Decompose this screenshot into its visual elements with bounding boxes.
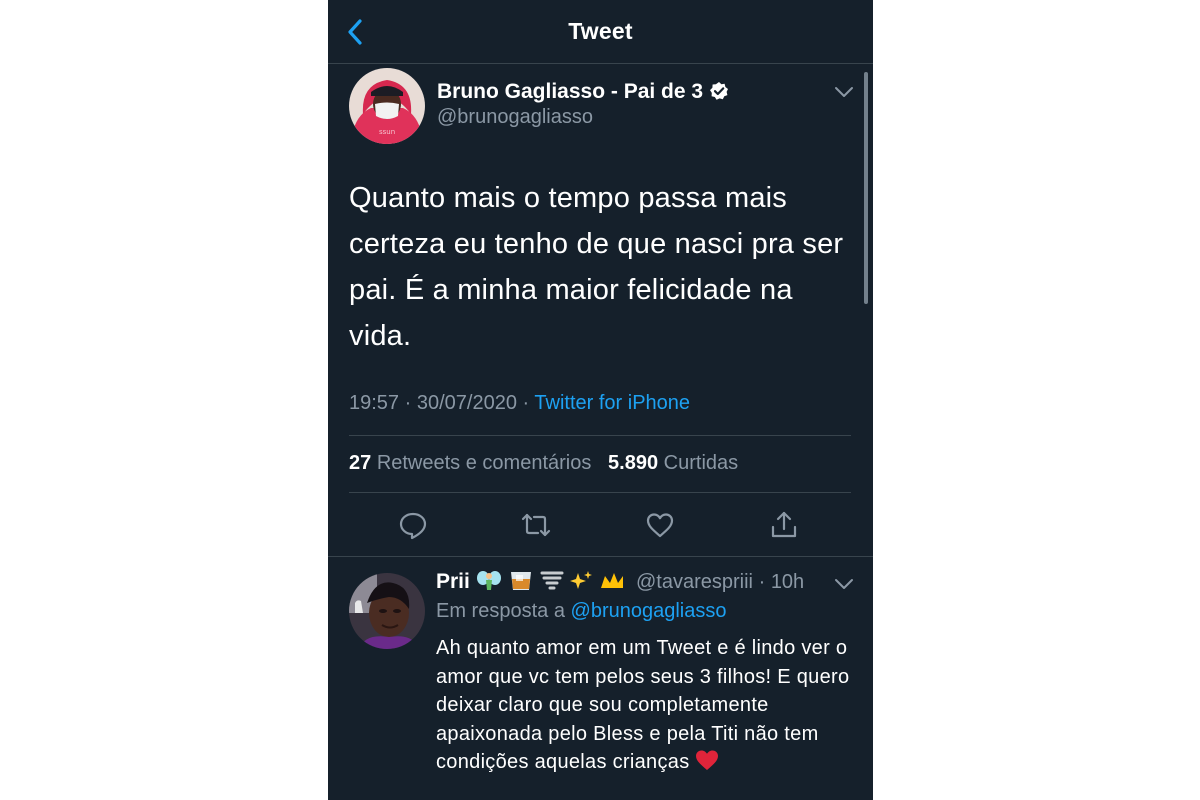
- tornado-emoji-icon: [540, 571, 564, 590]
- retweets-label: Retweets e comentários: [376, 452, 592, 474]
- reply-author-name-text[interactable]: Prii: [436, 570, 470, 593]
- navigation-bar: Tweet: [328, 0, 873, 64]
- in-reply-to: Em resposta a @brunogagliasso: [436, 600, 726, 623]
- reply-author-avatar[interactable]: [349, 573, 425, 649]
- reply-author-name[interactable]: Prii: [436, 570, 625, 598]
- verified-badge-icon: [710, 82, 729, 100]
- divider: [349, 492, 851, 493]
- tweet-time: 19:57: [349, 392, 400, 414]
- author-name-text[interactable]: Bruno Gagliasso - Pai de 3: [437, 80, 703, 103]
- chevron-down-icon[interactable]: [834, 577, 854, 591]
- reply-name-emojis: [476, 570, 625, 598]
- reply-time: 10h: [770, 571, 805, 593]
- reply-text: Ah quanto amor em um Tweet e é lindo ver…: [436, 634, 856, 777]
- reply-text-body: Ah quanto amor em um Tweet e é lindo ver…: [436, 637, 850, 773]
- retweet-icon[interactable]: [520, 509, 552, 541]
- reply-icon[interactable]: [397, 509, 429, 541]
- section-divider: [328, 556, 873, 557]
- tweet-timestamp: 19:57 · 30/07/2020 · Twitter for iPhone: [349, 392, 690, 415]
- divider: [349, 435, 851, 436]
- like-icon[interactable]: [644, 509, 676, 541]
- chevron-down-icon[interactable]: [834, 85, 854, 99]
- whiskey-glass-emoji-icon: [510, 572, 531, 590]
- meta-separator: ·: [404, 392, 412, 414]
- in-reply-to-label: Em resposta a: [436, 600, 565, 622]
- author-handle[interactable]: @brunogagliasso: [437, 106, 593, 129]
- retweets-stat[interactable]: 27 Retweets e comentários: [349, 452, 591, 474]
- tweet-date: 30/07/2020: [416, 392, 517, 414]
- likes-label: Curtidas: [663, 452, 739, 474]
- share-icon[interactable]: [768, 509, 800, 541]
- page-title: Tweet: [568, 18, 633, 44]
- svg-text:ssun: ssun: [379, 128, 395, 136]
- likes-count: 5.890: [608, 452, 659, 474]
- fairy-emoji-icon: [476, 571, 501, 590]
- likes-stat[interactable]: 5.890 Curtidas: [608, 452, 738, 474]
- meta-separator: ·: [522, 392, 530, 414]
- tweet-source-link[interactable]: Twitter for iPhone: [534, 392, 690, 414]
- tweet-text: Quanto mais o tempo passa mais certeza e…: [349, 182, 844, 352]
- sparkles-emoji-icon: [570, 571, 593, 589]
- author-name[interactable]: Bruno Gagliasso - Pai de 3: [437, 80, 729, 104]
- reply-handle[interactable]: @tavarespriii: [636, 571, 753, 593]
- scrollbar[interactable]: [864, 72, 868, 304]
- author-avatar[interactable]: ssun: [349, 68, 425, 144]
- mention-link[interactable]: @brunogagliasso: [571, 600, 727, 622]
- red-heart-emoji-icon: [695, 750, 718, 770]
- meta-separator: ·: [758, 571, 766, 593]
- retweets-count: 27: [349, 452, 372, 474]
- tweet-detail-screen: Tweet ssun Bruno Gagliasso - Pai de 3 @b…: [328, 0, 873, 800]
- tweet-stats: 27 Retweets e comentários 5.890 Curtidas: [349, 452, 738, 475]
- reply-handle-time: @tavarespriii · 10h: [636, 571, 804, 594]
- crown-emoji-icon: [601, 573, 624, 588]
